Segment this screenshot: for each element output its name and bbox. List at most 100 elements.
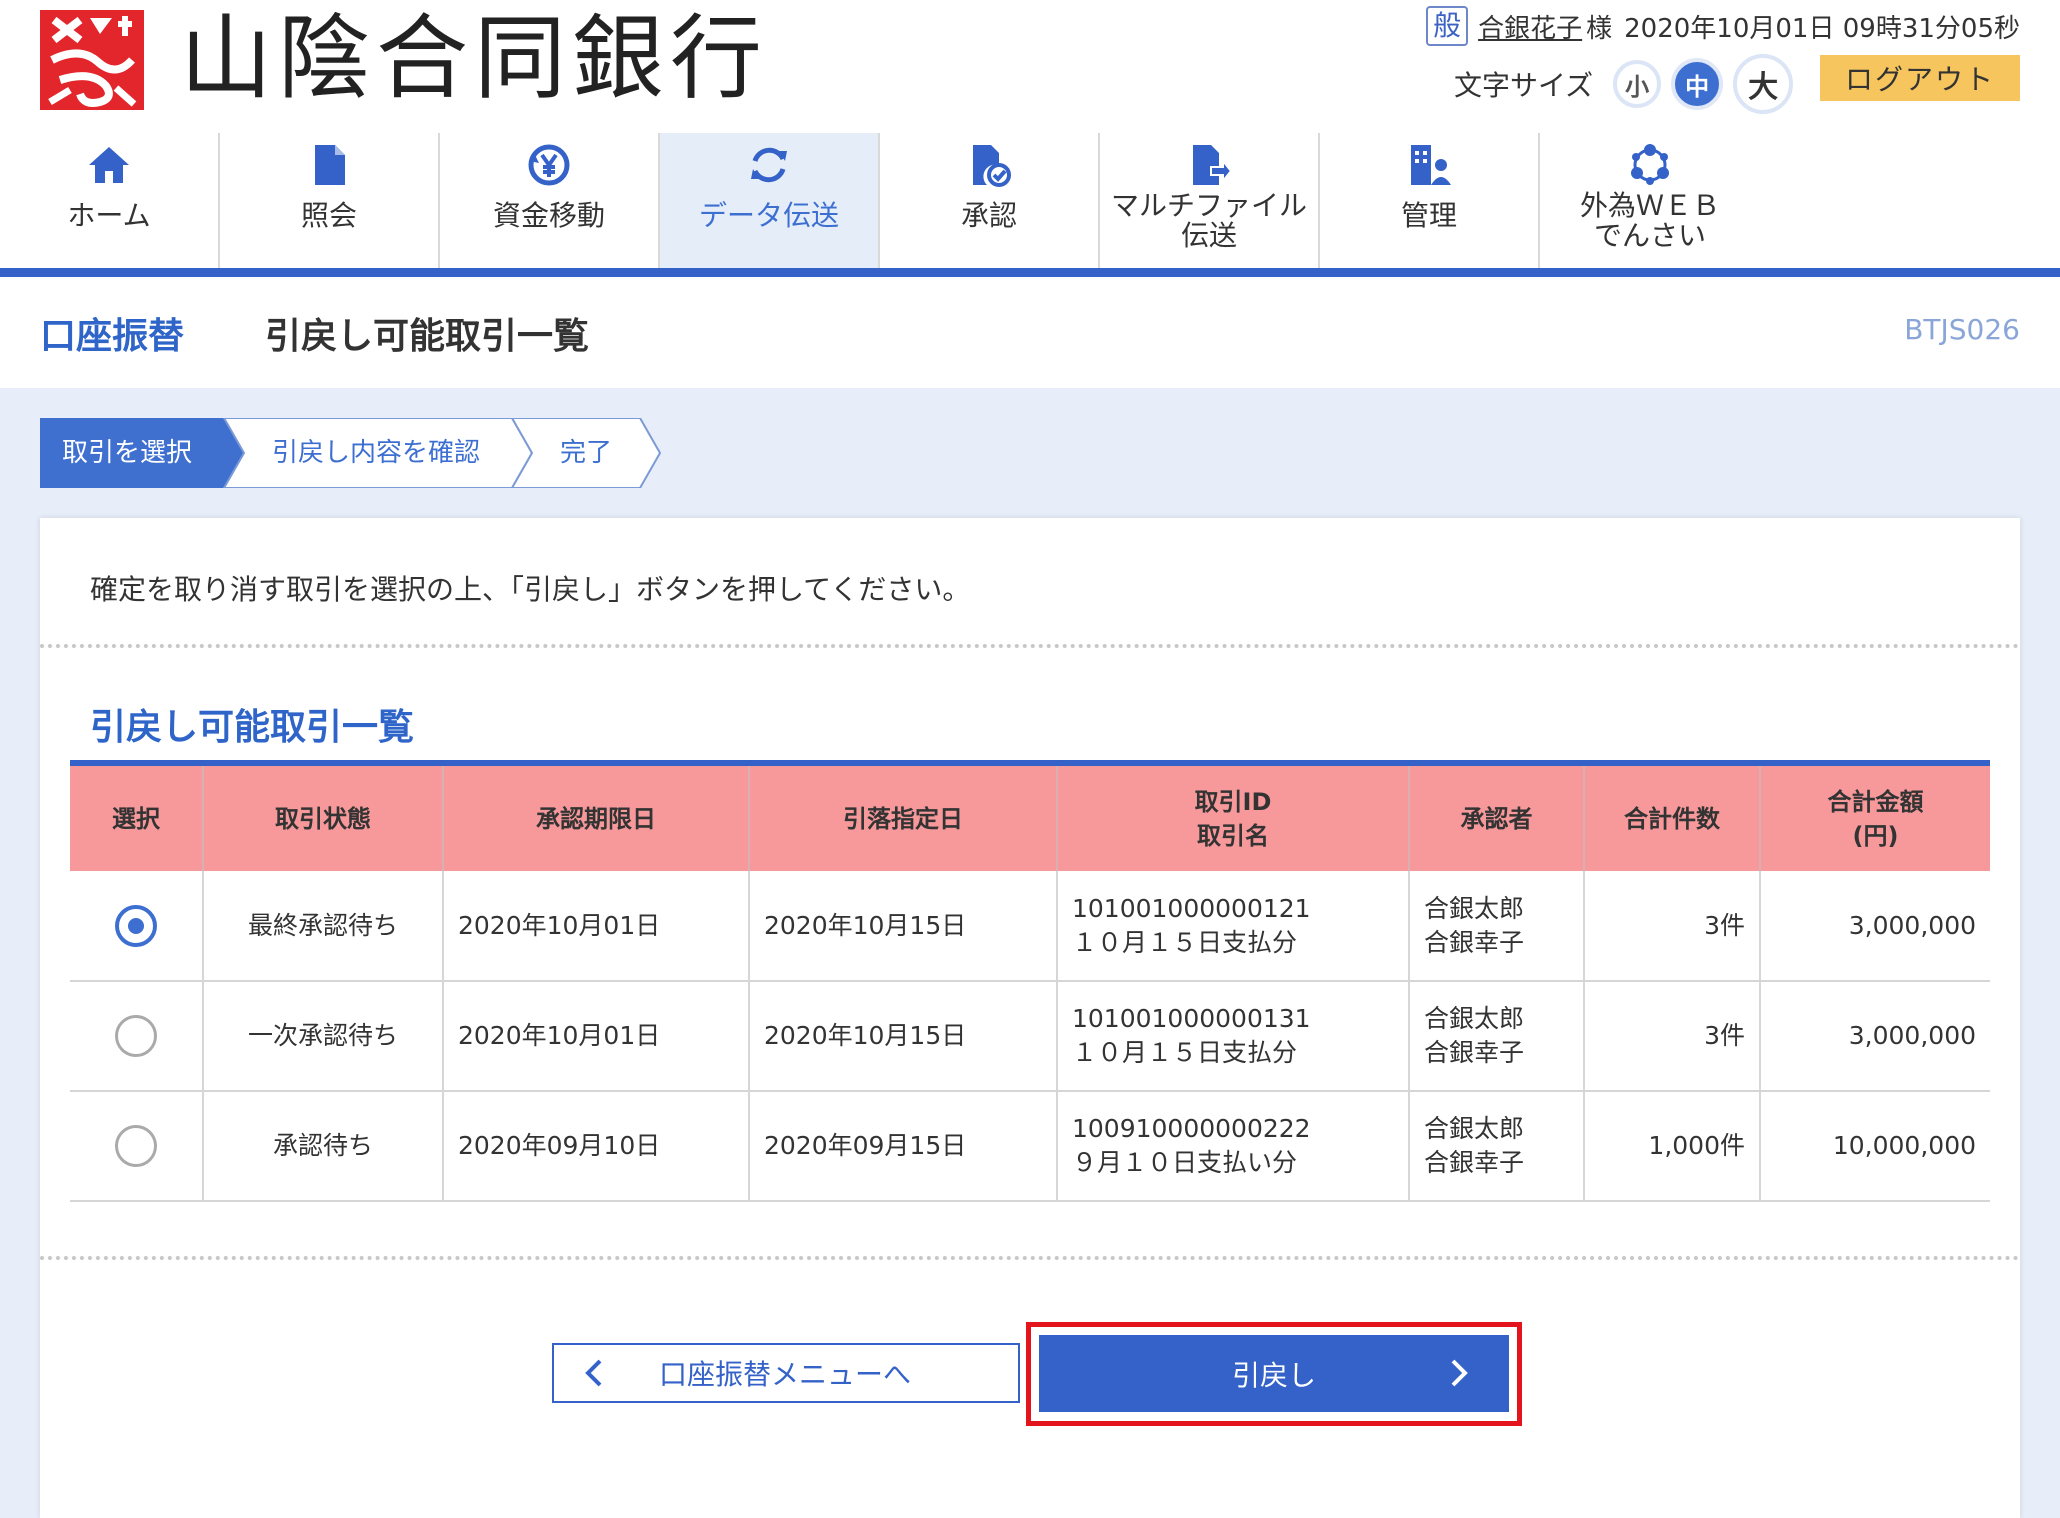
back-to-menu-button[interactable]: 口座振替メニューへ (552, 1343, 1020, 1403)
tx-name: １０月１５日支払分 (1072, 1038, 1298, 1067)
yen-transfer-icon (528, 144, 570, 186)
nav-divider (0, 268, 2060, 277)
total-count-cell: 1,000件 (1584, 1091, 1761, 1202)
total-amount-cell: 3,000,000 (1760, 981, 1990, 1092)
select-cell (70, 981, 204, 1092)
table-row: 最終承認待ち 2020年10月01日 2020年10月15日 101001000… (70, 871, 1990, 982)
approver-cell: 合銀太郎 合銀幸子 (1409, 981, 1585, 1092)
bank-logo (40, 10, 144, 110)
step-select-transaction: 取引を選択 (62, 438, 193, 468)
screen-id: BTJS026 (1904, 313, 2020, 346)
approval-deadline-cell: 2020年09月10日 (443, 1091, 750, 1202)
header-select: 選択 (70, 763, 204, 871)
approver-cell: 合銀太郎 合銀幸子 (1409, 1091, 1585, 1202)
user-honorific: 様 (1586, 13, 1613, 44)
tx-id: 100910000000222 (1072, 1114, 1311, 1143)
header-total-count: 合計件数 (1584, 763, 1761, 871)
nav-label: データ伝送 (698, 199, 839, 232)
network-icon (1631, 144, 1669, 185)
total-count-cell: 3件 (1584, 871, 1761, 982)
status-cell: 最終承認待ち (203, 871, 444, 982)
withdraw-button-label: 引戻し (1231, 1358, 1316, 1392)
management-icon (1411, 145, 1451, 185)
header-tx-id-name: 取引ID 取引名 (1057, 763, 1410, 871)
total-amount-cell: 3,000,000 (1760, 871, 1990, 982)
tx-cell: 101001000000121 １０月１５日支払分 (1057, 871, 1410, 982)
content-card: 確定を取り消す取引を選択の上、「引戻し」ボタンを押してください。 引戻し可能取引… (40, 518, 2020, 1518)
nav-item-approval[interactable]: 承認 (880, 133, 1100, 268)
header-tx-name: 取引名 (1197, 821, 1269, 850)
tx-id: 101001000000131 (1072, 1004, 1311, 1033)
divider (40, 644, 2020, 648)
header-approver: 承認者 (1409, 763, 1585, 871)
step-confirm-withdrawal: 引戻し内容を確認 (272, 438, 481, 468)
total-amount-cell: 10,000,000 (1760, 1091, 1990, 1202)
home-icon (89, 147, 129, 183)
nav-label: 外為ＷＥＢ (1579, 189, 1720, 222)
nav-item-multifile-transfer[interactable]: マルチファイル 伝送 (1100, 133, 1320, 268)
transaction-table: 選択 取引状態 承認期限日 引落指定日 取引ID 取引名 承認者 合計件数 合計金… (70, 760, 1990, 1202)
step-complete: 完了 (560, 438, 613, 468)
font-size-large-button[interactable]: 大 (1733, 54, 1794, 114)
approver-cell: 合銀太郎 合銀幸子 (1409, 871, 1585, 982)
user-info: 般 合銀花子 様 2020年10月01日 09時31分05秒 (1426, 6, 2020, 46)
header-debit-date: 引落指定日 (749, 763, 1058, 871)
instruction-text: 確定を取り消す取引を選択の上、「引戻し」ボタンを押してください。 (90, 573, 971, 606)
select-radio[interactable] (115, 1015, 157, 1057)
header-total-amount-unit: (円) (1852, 821, 1899, 850)
nav-label: 資金移動 (492, 199, 605, 232)
approver-1: 合銀太郎 (1424, 1114, 1525, 1143)
font-size-switcher: 文字サイズ 小 中 大 (1454, 54, 1794, 114)
font-size-label: 文字サイズ (1454, 69, 1594, 102)
withdraw-button[interactable]: 引戻し (1039, 1335, 1509, 1412)
font-size-small-button[interactable]: 小 (1613, 60, 1662, 108)
list-heading: 引戻し可能取引一覧 (90, 707, 415, 748)
tx-cell: 101001000000131 １０月１５日支払分 (1057, 981, 1410, 1092)
approver-1: 合銀太郎 (1424, 1004, 1525, 1033)
select-radio[interactable] (115, 1125, 157, 1167)
debit-date-cell: 2020年09月15日 (749, 1091, 1058, 1202)
bank-name: 山陰合同銀行 (180, 5, 769, 112)
sync-icon (751, 147, 787, 183)
font-size-medium-button[interactable]: 中 (1671, 58, 1724, 110)
nav-item-home[interactable]: ホーム (0, 133, 220, 268)
chevron-right-icon (1451, 1359, 1468, 1387)
nav-item-fund-transfer[interactable]: 資金移動 (440, 133, 660, 268)
file-transfer-icon (1193, 145, 1233, 185)
approval-deadline-cell: 2020年10月01日 (443, 871, 750, 982)
approver-2: 合銀幸子 (1424, 1038, 1525, 1067)
header-approval-deadline: 承認期限日 (443, 763, 750, 871)
status-cell: 承認待ち (203, 1091, 444, 1202)
tx-name: ９月１０日支払い分 (1072, 1148, 1298, 1177)
logout-button[interactable]: ログアウト (1820, 55, 2020, 101)
tx-id: 101001000000121 (1072, 893, 1311, 923)
back-button-label: 口座振替メニューへ (659, 1358, 912, 1391)
divider (40, 1256, 2020, 1260)
nav-item-data-transfer[interactable]: データ伝送 (660, 133, 880, 268)
nav-label: 照会 (300, 199, 357, 232)
table-header-row: 選択 取引状態 承認期限日 引落指定日 取引ID 取引名 承認者 合計件数 合計金… (70, 763, 1990, 871)
section-title: 口座振替 (40, 316, 185, 357)
nav-item-inquiry[interactable]: 照会 (220, 133, 440, 268)
table-row: 承認待ち 2020年09月10日 2020年09月15日 10091000000… (70, 1091, 1990, 1202)
approver-1: 合銀太郎 (1424, 893, 1525, 923)
status-cell: 一次承認待ち (203, 981, 444, 1092)
nav-item-management[interactable]: 管理 (1320, 133, 1540, 268)
approval-icon (973, 145, 1011, 187)
approval-deadline-cell: 2020年10月01日 (443, 981, 750, 1092)
select-cell (70, 871, 204, 982)
tx-cell: 100910000000222 ９月１０日支払い分 (1057, 1091, 1410, 1202)
user-kind-badge: 般 (1426, 6, 1469, 46)
user-name-link[interactable]: 合銀花子 (1478, 8, 1582, 45)
step-indicator: 取引を選択 引戻し内容を確認 完了 (40, 418, 680, 488)
nav-label: 承認 (960, 199, 1017, 232)
approver-2: 合銀幸子 (1424, 927, 1525, 957)
approver-2: 合銀幸子 (1424, 1148, 1525, 1177)
select-radio[interactable] (115, 904, 157, 947)
header-total-amount: 合計金額 (円) (1760, 763, 1990, 871)
global-nav: ホーム 照会 資金移動 データ伝送 承認 マルチファイル 伝送 管理 外為ＷＥＢ… (0, 133, 2060, 268)
nav-label: ホーム (67, 199, 151, 232)
nav-item-forex-web[interactable]: 外為ＷＥＢ でんさい (1540, 133, 1760, 268)
tx-name: １０月１５日支払分 (1072, 927, 1298, 957)
nav-label-line2: 伝送 (1180, 219, 1237, 252)
